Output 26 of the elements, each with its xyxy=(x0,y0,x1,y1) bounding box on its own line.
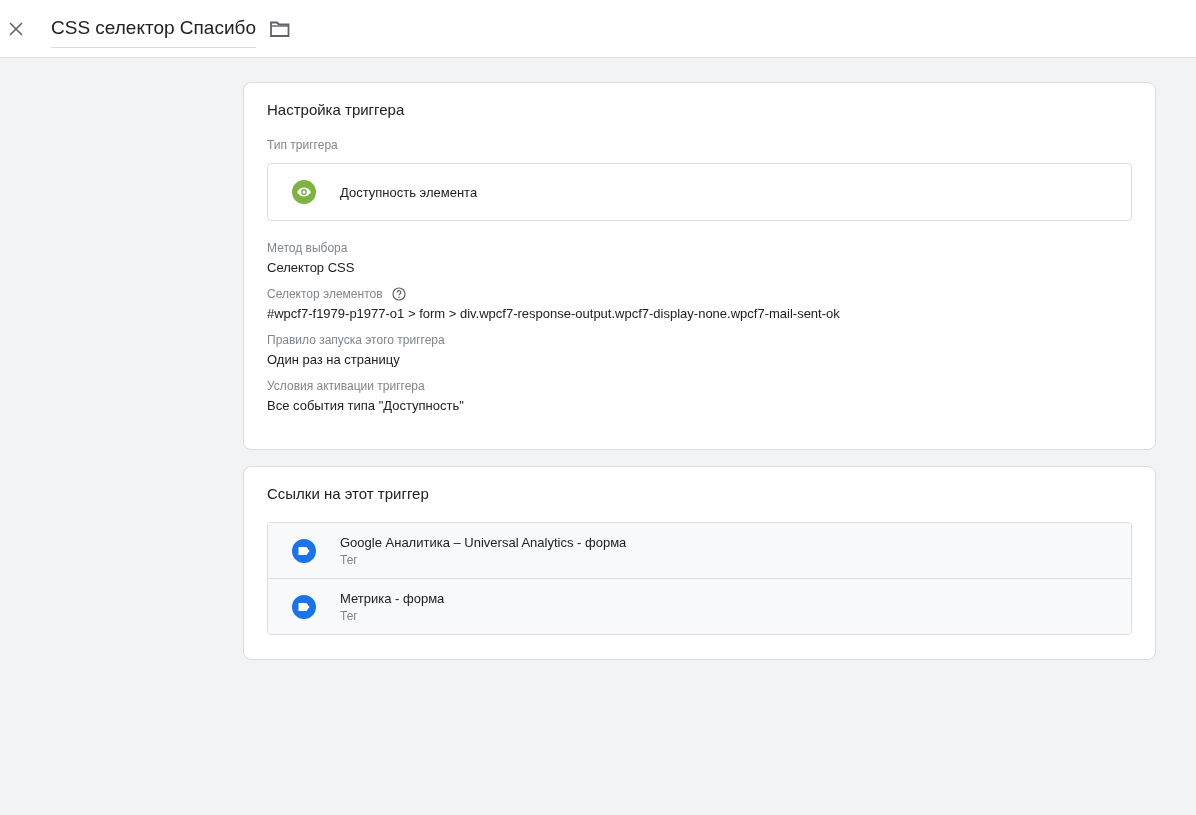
trigger-type-name: Доступность элемента xyxy=(340,184,478,200)
field-value: Селектор CSS xyxy=(267,260,356,275)
reference-row[interactable]: Метрика - форма Тег xyxy=(268,578,1131,634)
reference-row[interactable]: Google Аналитика – Universal Analytics - форма Тег xyxy=(268,523,1131,578)
field-label: Условия активации триггера xyxy=(267,379,425,393)
trigger-type-box[interactable]: Доступность элемента xyxy=(267,163,1132,221)
reference-type: Тег xyxy=(340,552,359,567)
card-title: Ссылки на этот триггер xyxy=(267,485,430,502)
reference-name: Метрика - форма xyxy=(340,590,445,606)
field-label: Метод выбора xyxy=(267,241,348,255)
field-label: Селектор элементов xyxy=(267,287,383,301)
field-label: Тип триггера xyxy=(267,138,339,152)
close-icon xyxy=(9,21,23,36)
tag-icon xyxy=(292,538,316,563)
tag-icon xyxy=(292,594,316,619)
folder-icon[interactable] xyxy=(270,20,290,37)
field-label: Правило запуска этого триггера xyxy=(267,333,445,347)
reference-name: Google Аналитика – Universal Analytics - форма xyxy=(340,534,627,550)
field-value: Все события типа "Доступность" xyxy=(267,398,465,413)
field-value: Один раз на страницу xyxy=(267,352,401,367)
card-title: Настройка триггера xyxy=(267,101,406,118)
reference-type: Тег xyxy=(340,608,359,623)
field-value: #wpcf7-f1979-p1977-o1 > form > div.wpcf7-response-output.wpcf7-display-none.wpcf7-mail-sent-ok xyxy=(267,306,841,321)
title-field[interactable]: CSS селектор Спасибо xyxy=(51,13,256,48)
help-icon[interactable] xyxy=(391,287,406,301)
eye-icon xyxy=(292,180,316,204)
